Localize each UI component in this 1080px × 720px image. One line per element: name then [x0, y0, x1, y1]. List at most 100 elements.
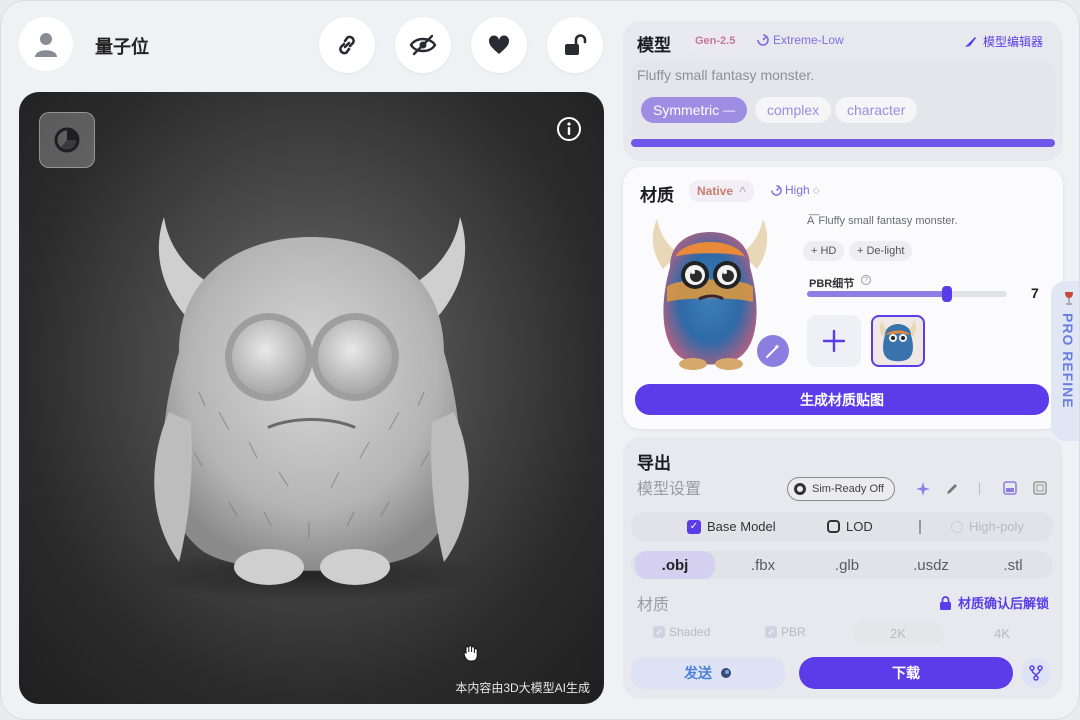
material-quality-selector[interactable]: High ◇ — [771, 183, 820, 197]
toggle-off-icon — [794, 483, 806, 495]
magic-wand-icon — [766, 344, 780, 358]
checkbox-disabled-icon: ✓ — [653, 626, 665, 638]
username: 量子位 — [95, 37, 149, 57]
texture-view-icon[interactable] — [1003, 481, 1017, 495]
checkbox-unchecked-icon — [827, 520, 840, 533]
add-image-button[interactable] — [807, 315, 861, 367]
material-prompt-text: Fluffy small fantasy monster. — [818, 215, 958, 227]
material-prompt[interactable]: A͞ Fluffy small fantasy monster. — [807, 215, 958, 227]
link-icon — [339, 35, 355, 55]
tag-complex[interactable]: complex — [755, 97, 832, 123]
material-panel: 材质 Native ^ High ◇ A͞ Fluffy small fanta… — [623, 167, 1063, 429]
visibility-button[interactable] — [395, 17, 451, 73]
pencil-icon[interactable] — [945, 482, 959, 496]
format-selector: .obj .fbx .glb .usdz .stl — [631, 551, 1053, 579]
export-panel-title: 导出 — [637, 454, 671, 473]
lock-toggle-button[interactable] — [547, 17, 603, 73]
lod-label: LOD — [846, 519, 873, 534]
divider — [979, 483, 980, 495]
high-poly-label: High-poly — [969, 519, 1024, 534]
model-progress-bar — [631, 139, 1055, 147]
monster-thumbnail-image — [879, 320, 917, 362]
brush-icon — [964, 36, 976, 47]
speed-icon — [757, 34, 769, 46]
branch-button[interactable] — [1021, 658, 1051, 688]
hand-cursor-icon — [463, 645, 478, 662]
format-obj[interactable]: .obj — [635, 551, 715, 579]
eye-icon — [409, 34, 437, 56]
pbr-slider-thumb[interactable] — [942, 286, 952, 302]
generate-texture-button[interactable]: 生成材质贴图 — [635, 384, 1049, 415]
magic-wand-button[interactable] — [757, 335, 789, 367]
quality-selector[interactable]: Extreme-Low — [757, 33, 844, 47]
checkbox-disabled-icon: ✓ — [765, 626, 777, 638]
unlock-icon — [565, 34, 587, 55]
format-glb[interactable]: .glb — [807, 551, 887, 579]
app-window: 量子位 本内容由3D大模型AI生成 模型 Gen-2.5 Extreme-Low… — [0, 0, 1080, 720]
favorite-button[interactable] — [471, 17, 527, 73]
material-quality-label: High — [785, 183, 810, 197]
material-mode-badge[interactable]: Native ^ — [689, 180, 755, 202]
speed-icon — [771, 184, 782, 196]
text-prompt-icon: A͞ — [807, 215, 815, 227]
sim-ready-toggle[interactable]: Sim-Ready Off — [787, 477, 895, 501]
app-logo-icon — [721, 668, 731, 678]
model-prompt-text: Fluffy small fantasy monster. — [637, 67, 815, 83]
pbr-slider-track[interactable] — [807, 286, 1007, 302]
tag-character[interactable]: character — [835, 97, 918, 123]
divider — [919, 520, 921, 534]
base-model-option[interactable]: ✓ Base Model — [687, 519, 776, 534]
wireframe-view-icon[interactable] — [1033, 481, 1047, 495]
material-export-label: 材质 — [637, 597, 670, 614]
branch-icon — [1029, 665, 1043, 681]
model-panel: 模型 Gen-2.5 Extreme-Low 模型编辑器 Fluffy smal… — [623, 21, 1063, 161]
resolution-2k: 2K — [853, 621, 943, 645]
pbr-label: PBR细节 — [809, 278, 855, 290]
3d-viewport[interactable]: 本内容由3D大模型AI生成 — [19, 92, 604, 704]
send-button[interactable]: 发送 — [631, 657, 785, 689]
hd-option[interactable]: + HD — [803, 241, 845, 261]
pbr-value: 7 — [1031, 285, 1039, 301]
high-poly-option: High-poly — [951, 519, 1024, 534]
export-panel: 导出 模型设置 Sim-Ready Off ✓ Base Model LOD H… — [623, 437, 1063, 699]
download-button[interactable]: 下载 — [799, 657, 1013, 689]
material-lock-notice: 材质确认后解锁 — [939, 593, 1049, 612]
ai-generated-caption: 本内容由3D大模型AI生成 — [455, 681, 590, 695]
pbr-option-label: PBR — [781, 625, 806, 639]
base-model-label: Base Model — [707, 519, 776, 534]
model-settings-label: 模型设置 — [637, 481, 702, 498]
user-icon — [35, 33, 57, 57]
radio-disabled-icon — [951, 520, 963, 533]
model-panel-title: 模型 — [637, 36, 671, 55]
format-stl[interactable]: .stl — [975, 551, 1051, 579]
pro-refine-tab[interactable]: PRO REFINE — [1051, 281, 1079, 441]
heart-icon — [488, 35, 510, 54]
pbr-slider-fill — [807, 291, 947, 297]
tag-symmetric[interactable]: Symmetric — — [641, 97, 748, 123]
lock-icon — [939, 595, 951, 610]
material-panel-title: 材质 — [640, 186, 674, 205]
wine-glass-icon — [1065, 292, 1073, 305]
model-editor-button[interactable]: 模型编辑器 — [963, 33, 1043, 50]
sparkle-icon[interactable] — [915, 481, 931, 497]
checkbox-checked-icon: ✓ — [687, 519, 701, 534]
monster-model — [136, 217, 486, 602]
minus-icon: — — [723, 103, 736, 117]
share-link-button[interactable] — [319, 17, 375, 73]
delight-option[interactable]: + De-light — [849, 241, 913, 261]
lod-option[interactable]: LOD — [827, 519, 873, 534]
model-editor-label: 模型编辑器 — [982, 35, 1043, 49]
format-fbx[interactable]: .fbx — [723, 551, 803, 579]
sim-ready-label: Sim-Ready Off — [812, 483, 884, 495]
material-lock-text: 材质确认后解锁 — [957, 596, 1049, 611]
chevron-icon: ◇ — [812, 184, 820, 195]
shaded-option: ✓ Shaded — [653, 625, 710, 639]
pbr-option: ✓ PBR — [765, 625, 806, 639]
version-badge[interactable]: Gen-2.5 — [687, 31, 744, 51]
reference-thumbnail[interactable] — [871, 315, 925, 367]
material-mode-label: Native — [697, 184, 734, 198]
chevron-up-icon: ^ — [739, 184, 747, 198]
avatar[interactable] — [19, 17, 73, 71]
help-icon[interactable]: ? — [861, 275, 871, 285]
format-usdz[interactable]: .usdz — [891, 551, 971, 579]
